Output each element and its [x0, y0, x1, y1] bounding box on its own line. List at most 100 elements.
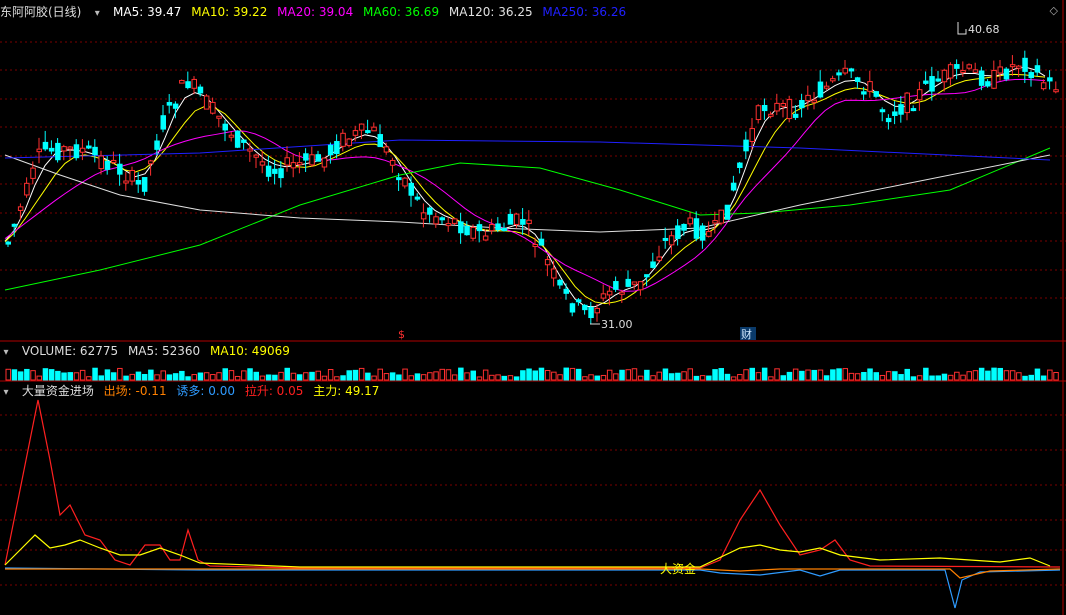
candle[interactable] — [563, 288, 569, 294]
candle[interactable] — [315, 154, 321, 162]
volume-bar[interactable] — [445, 369, 452, 381]
volume-bar[interactable] — [985, 370, 991, 381]
volume-bar[interactable] — [253, 371, 259, 381]
volume-bar[interactable] — [923, 367, 929, 381]
volume-bar[interactable] — [278, 371, 284, 381]
diamond-icon[interactable]: ◇ — [1050, 4, 1058, 17]
volume-bar[interactable] — [532, 370, 538, 381]
volume-bar[interactable] — [910, 376, 917, 381]
volume-bar[interactable] — [389, 372, 396, 381]
volume-bar[interactable] — [885, 371, 892, 381]
volume-bar[interactable] — [966, 371, 972, 381]
volume-bar[interactable] — [1047, 369, 1053, 381]
volume-bar[interactable] — [644, 369, 650, 381]
volume-bar[interactable] — [854, 373, 861, 381]
volume-bar[interactable] — [631, 368, 638, 381]
candle[interactable] — [662, 237, 669, 241]
volume-bar[interactable] — [972, 370, 979, 381]
volume-bar[interactable] — [619, 369, 625, 381]
candle[interactable] — [811, 99, 817, 103]
volume-bar[interactable] — [904, 368, 910, 381]
volume-bar[interactable] — [637, 375, 644, 381]
candle[interactable] — [861, 91, 867, 95]
candle[interactable] — [290, 162, 297, 169]
candle[interactable] — [836, 72, 842, 76]
candle[interactable] — [48, 147, 55, 152]
volume-bar[interactable] — [830, 369, 836, 381]
candle[interactable] — [458, 221, 464, 234]
volume-bar[interactable] — [197, 372, 204, 381]
volume-bar[interactable] — [470, 370, 476, 381]
candle[interactable] — [148, 160, 154, 165]
volume-bar[interactable] — [1040, 375, 1047, 381]
candle[interactable] — [427, 207, 433, 215]
volume-bar[interactable] — [668, 373, 675, 381]
volume-bar[interactable] — [712, 369, 718, 381]
candle[interactable] — [892, 111, 898, 116]
candle[interactable] — [272, 168, 278, 174]
candle[interactable] — [284, 157, 290, 166]
volume-bar[interactable] — [737, 374, 743, 381]
volume-bar[interactable] — [420, 374, 427, 381]
volume-bar[interactable] — [588, 374, 594, 381]
candle[interactable] — [160, 115, 166, 130]
volume-bar[interactable] — [30, 370, 36, 381]
candle[interactable] — [551, 268, 557, 279]
candle[interactable] — [582, 304, 588, 311]
candle[interactable] — [346, 138, 352, 147]
volume-bar[interactable] — [699, 375, 706, 381]
candle[interactable] — [966, 64, 972, 69]
candle[interactable] — [79, 147, 86, 153]
volume-bar[interactable] — [241, 370, 247, 381]
candle[interactable] — [693, 218, 700, 239]
candle[interactable] — [265, 165, 272, 177]
candle[interactable] — [730, 182, 737, 191]
candle[interactable] — [898, 104, 904, 115]
volume-bar[interactable] — [185, 376, 191, 381]
volume-bar[interactable] — [408, 375, 414, 381]
candle[interactable] — [532, 244, 538, 248]
candle[interactable] — [253, 154, 259, 158]
volume-bar[interactable] — [86, 376, 92, 381]
candle[interactable] — [470, 226, 476, 239]
volume-bar[interactable] — [551, 371, 557, 381]
candle[interactable] — [377, 134, 383, 148]
candle[interactable] — [439, 217, 445, 221]
volume-bar[interactable] — [42, 368, 49, 381]
volume-bar[interactable] — [284, 367, 290, 381]
volume-bar[interactable] — [650, 375, 656, 381]
candle[interactable] — [637, 281, 644, 291]
volume-bar[interactable] — [476, 376, 483, 381]
candle[interactable] — [191, 78, 197, 89]
candle[interactable] — [42, 141, 49, 150]
volume-bar[interactable] — [427, 372, 433, 381]
candle[interactable] — [712, 220, 718, 224]
candle[interactable] — [1022, 57, 1028, 72]
candle[interactable] — [842, 67, 848, 74]
dropdown-arrow-icon[interactable]: ▾ — [91, 6, 103, 22]
event-marker-cai[interactable]: 财 — [741, 327, 752, 341]
candle[interactable] — [141, 177, 148, 192]
event-marker-s[interactable]: $ — [398, 328, 405, 341]
candle[interactable] — [916, 89, 923, 101]
candle[interactable] — [408, 182, 414, 196]
candle[interactable] — [210, 101, 216, 114]
volume-bar[interactable] — [526, 368, 532, 381]
candle[interactable] — [606, 290, 613, 296]
volume-bar[interactable] — [259, 375, 266, 381]
candle[interactable] — [396, 177, 402, 181]
volume-bar[interactable] — [296, 374, 303, 381]
volume-bar[interactable] — [507, 375, 514, 381]
candle[interactable] — [352, 130, 359, 136]
volume-bar[interactable] — [892, 371, 898, 381]
candle[interactable] — [61, 146, 67, 152]
candle[interactable] — [799, 100, 805, 109]
volume-bar[interactable] — [861, 371, 867, 381]
candle[interactable] — [36, 148, 42, 153]
candle[interactable] — [960, 70, 966, 74]
volume-bar[interactable] — [954, 371, 960, 381]
candle[interactable] — [1040, 82, 1047, 90]
volume-bar[interactable] — [501, 375, 507, 381]
volume-bar[interactable] — [210, 374, 216, 381]
candle[interactable] — [687, 217, 693, 225]
